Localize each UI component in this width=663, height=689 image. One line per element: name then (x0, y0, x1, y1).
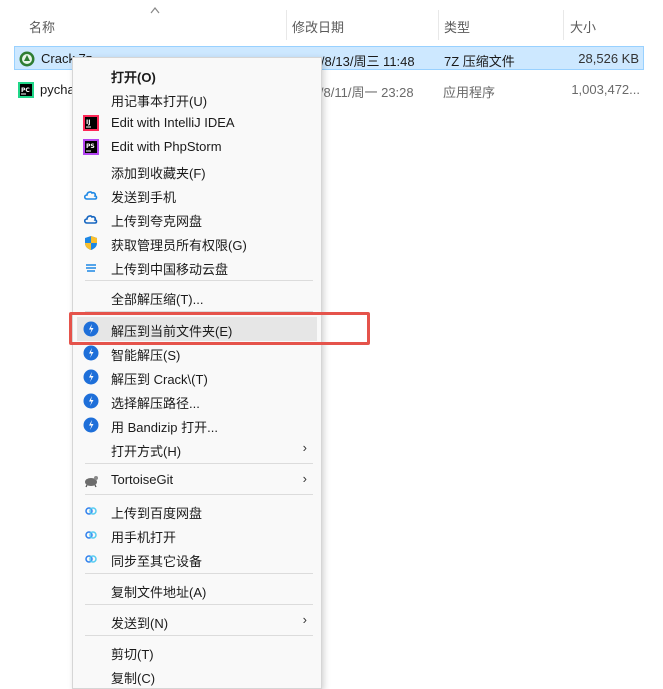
menu-item-copy[interactable]: 复制(C) (73, 664, 321, 688)
submenu-arrow-icon: › (302, 471, 307, 486)
sort-up-icon (150, 7, 160, 14)
menu-item-open-with[interactable]: 打开方式(H) › (73, 437, 321, 461)
context-menu: 打开(O) 用记事本打开(U) IJ Edit with IntelliJ ID… (72, 57, 322, 689)
menu-item-upload-cmcc[interactable]: 上传到中国移动云盘 (73, 255, 321, 279)
baidu-cloud-icon (85, 555, 97, 563)
svg-text:PS: PS (86, 143, 95, 150)
highlight-annotation (69, 312, 370, 345)
menu-separator (85, 635, 313, 636)
column-divider[interactable] (286, 10, 287, 40)
menu-item-admin-permissions[interactable]: 获取管理员所有权限(G) (73, 231, 321, 255)
column-size[interactable]: 大小 (570, 17, 596, 36)
bandizip-icon (83, 345, 99, 361)
cloud-icon (83, 191, 98, 200)
file-type: 应用程序 (443, 85, 496, 100)
menu-item-tortoisegit[interactable]: TortoiseGit › (73, 468, 321, 492)
file-type: 7Z 压缩文件 (444, 54, 515, 69)
submenu-arrow-icon: › (302, 440, 307, 455)
menu-item-open-notepad[interactable]: 用记事本打开(U) (73, 87, 321, 111)
bandizip-icon (83, 393, 99, 409)
baidu-cloud-icon (85, 507, 97, 515)
cloud-icon (86, 264, 96, 272)
menu-separator (85, 604, 313, 605)
baidu-cloud-icon (85, 531, 97, 539)
menu-item-edit-intellij[interactable]: IJ Edit with IntelliJ IDEA (73, 111, 321, 135)
intellij-icon: IJ (83, 115, 99, 131)
menu-item-add-favorites[interactable]: 添加到收藏夹(F) (73, 159, 321, 183)
menu-item-edit-phpstorm[interactable]: PS Edit with PhpStorm (73, 135, 321, 159)
menu-item-cut[interactable]: 剪切(T) (73, 640, 321, 664)
menu-item-extract-to-folder[interactable]: 解压到 Crack\(T) (73, 365, 321, 389)
bandizip-icon (83, 369, 99, 385)
menu-separator (85, 280, 313, 281)
menu-item-open-bandizip[interactable]: 用 Bandizip 打开... (73, 413, 321, 437)
file-list-header: 名称 修改日期 类型 大小 (0, 0, 663, 44)
menu-item-send-phone[interactable]: 发送到手机 (73, 183, 321, 207)
menu-item-open-phone[interactable]: 用手机打开 (73, 523, 321, 547)
menu-item-sync-devices[interactable]: 同步至其它设备 (73, 547, 321, 571)
svg-text:PC: PC (21, 87, 30, 94)
menu-separator (85, 494, 313, 495)
menu-item-send-to[interactable]: 发送到(N) › (73, 609, 321, 633)
column-type[interactable]: 类型 (444, 17, 470, 36)
cloud-icon (83, 215, 98, 224)
column-name[interactable]: 名称 (29, 17, 55, 36)
7z-archive-icon (19, 51, 35, 67)
column-divider[interactable] (438, 10, 439, 40)
menu-item-copy-path[interactable]: 复制文件地址(A) (73, 578, 321, 602)
menu-item-open[interactable]: 打开(O) (73, 63, 321, 87)
column-divider[interactable] (563, 10, 564, 40)
menu-item-extract-all[interactable]: 全部解压缩(T)... (73, 285, 321, 309)
menu-item-choose-path[interactable]: 选择解压路径... (73, 389, 321, 413)
svg-text:IJ: IJ (86, 119, 90, 126)
shield-icon (85, 236, 97, 250)
menu-separator (85, 463, 313, 464)
submenu-arrow-icon: › (302, 612, 307, 627)
menu-item-upload-baidu[interactable]: 上传到百度网盘 (73, 499, 321, 523)
phpstorm-icon: PS (83, 139, 99, 155)
pycharm-icon: PC (18, 82, 34, 98)
menu-separator (85, 573, 313, 574)
file-size: 1,003,472... (571, 82, 640, 97)
menu-item-upload-quark[interactable]: 上传到夸克网盘 (73, 207, 321, 231)
tortoisegit-icon (85, 476, 98, 488)
column-date[interactable]: 修改日期 (292, 17, 344, 36)
file-size: 28,526 KB (578, 51, 639, 66)
bandizip-icon (83, 417, 99, 433)
